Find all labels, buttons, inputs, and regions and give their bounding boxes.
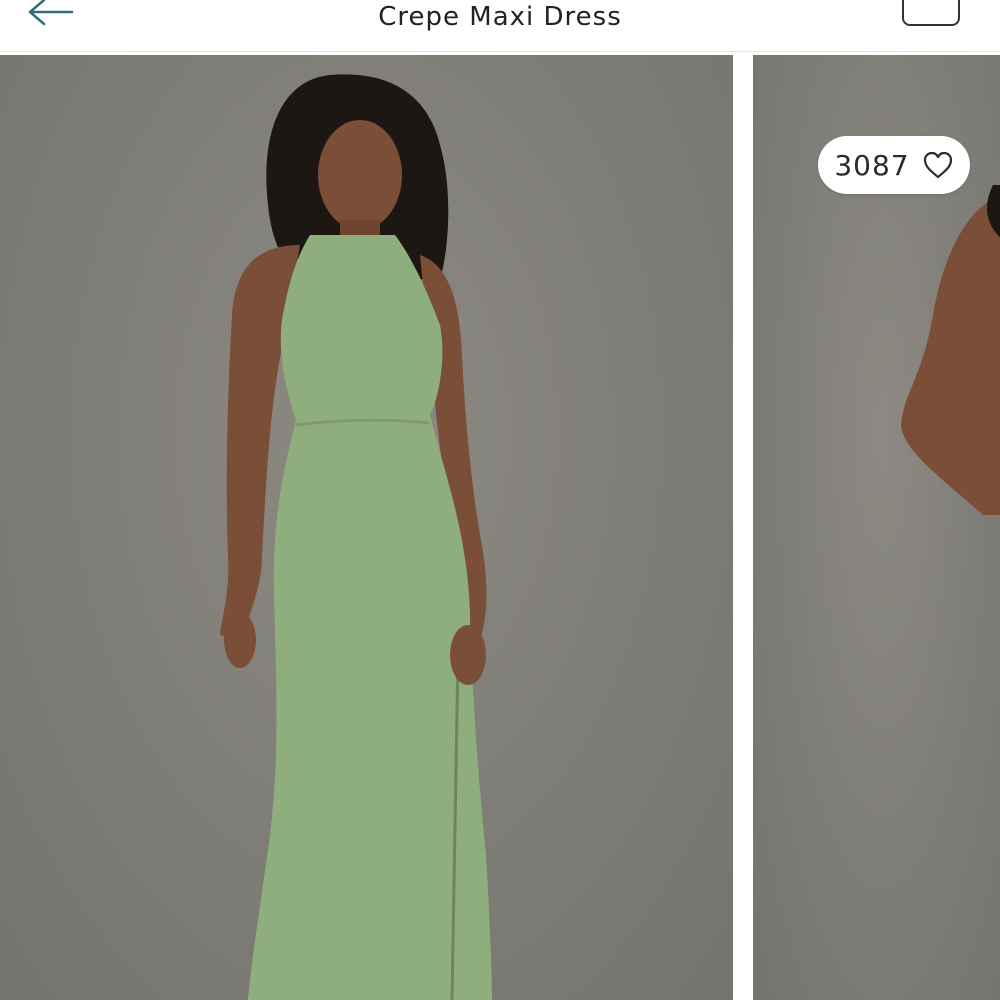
product-image-carousel[interactable]: 3087 xyxy=(0,52,1000,1000)
like-count: 3087 xyxy=(834,148,910,182)
product-photo-front[interactable] xyxy=(0,55,733,1000)
green-dress-front-photo xyxy=(220,74,492,1000)
top-bar: Crepe Maxi Dress xyxy=(0,0,1000,52)
like-button[interactable]: 3087 xyxy=(818,136,970,194)
green-dress-back-photo xyxy=(901,185,1000,515)
product-photo-back[interactable] xyxy=(753,55,1000,1000)
shopping-bag-button[interactable] xyxy=(902,0,960,26)
heart-outline-icon xyxy=(923,151,952,179)
page-title: Crepe Maxi Dress xyxy=(378,2,622,32)
